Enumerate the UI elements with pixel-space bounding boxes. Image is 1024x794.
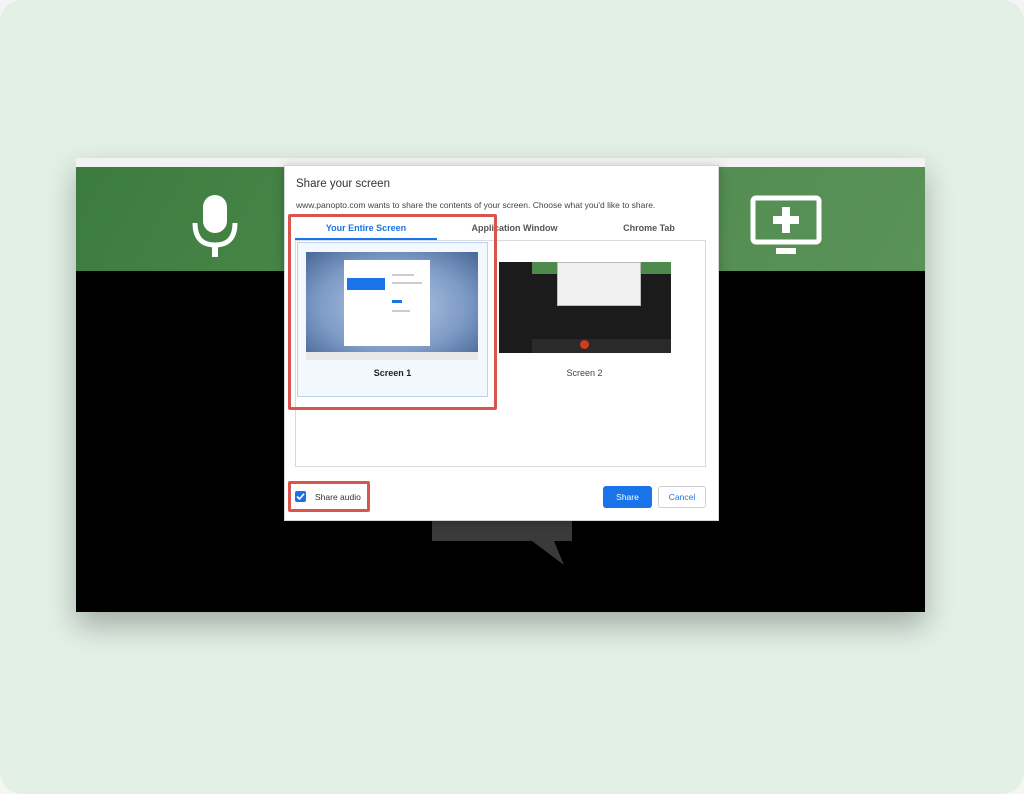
tab-chrome-tab[interactable]: Chrome Tab: [592, 223, 706, 233]
screen-2-thumbnail[interactable]: [499, 262, 671, 353]
cancel-button[interactable]: Cancel: [658, 486, 706, 508]
screen-2-label[interactable]: Screen 2: [489, 368, 680, 378]
dialog-title: Share your screen: [296, 178, 390, 190]
highlight-entire-screen: [288, 214, 497, 410]
add-screen-icon[interactable]: [750, 195, 822, 257]
microphone-icon[interactable]: [192, 195, 238, 259]
share-button[interactable]: Share: [603, 486, 652, 508]
thumbnail-controls: [532, 339, 671, 353]
highlight-share-audio: [288, 481, 370, 512]
dialog-description: www.panopto.com wants to share the conte…: [296, 200, 656, 210]
record-dot-icon: [580, 340, 589, 349]
thumbnail-dialog: [557, 262, 641, 306]
